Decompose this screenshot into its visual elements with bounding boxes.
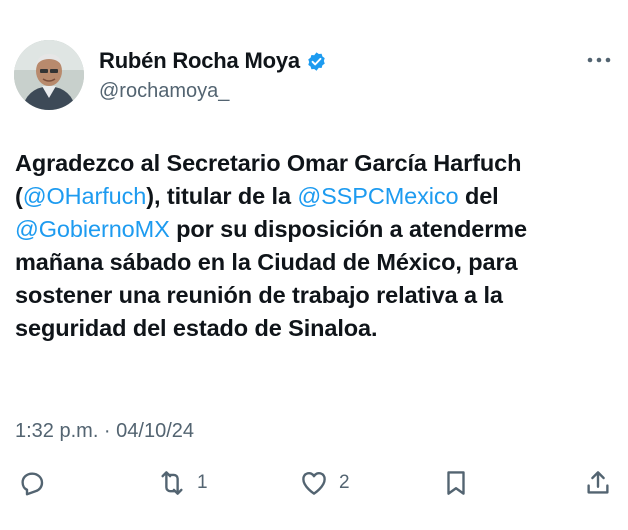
tweet-text-part: del	[458, 183, 499, 209]
tweet-text-part: Agradezco al Secretario Omar García Harf…	[15, 150, 522, 176]
mention-link[interactable]: @OHarfuch	[23, 183, 147, 209]
share-icon	[587, 471, 609, 494]
mention-link[interactable]: @SSPCMexico	[297, 183, 458, 209]
retweet-button[interactable]: 1	[157, 468, 208, 498]
like-count: 2	[339, 472, 350, 493]
tweet-text-part: (	[15, 183, 23, 209]
author-handle[interactable]: @rochamoya_	[99, 80, 229, 103]
bookmark-icon	[447, 471, 465, 495]
avatar[interactable]	[14, 40, 84, 110]
like-button[interactable]: 2	[299, 468, 350, 498]
tweet-text: Agradezco al Secretario Omar García Harf…	[15, 147, 615, 345]
retweet-count: 1	[197, 472, 208, 493]
author-name-row[interactable]: Rubén Rocha Moya	[99, 48, 327, 74]
retweet-icon	[161, 471, 183, 495]
tweet-timestamp[interactable]: 1:32 p.m. · 04/10/24	[15, 420, 194, 443]
heart-icon	[302, 471, 326, 495]
author-name[interactable]: Rubén Rocha Moya	[99, 48, 300, 74]
reply-button[interactable]	[17, 468, 47, 498]
verified-badge-icon	[308, 51, 325, 71]
bookmark-button[interactable]	[441, 468, 471, 498]
reply-icon	[21, 472, 44, 496]
action-bar: 1 2	[0, 468, 628, 508]
tweet-text-part: ), titular de la	[146, 183, 298, 209]
profile-photo-icon	[14, 40, 84, 110]
mention-link[interactable]: @GobiernoMX	[15, 216, 170, 242]
more-options-icon[interactable]	[585, 52, 613, 68]
share-button[interactable]	[583, 468, 613, 498]
